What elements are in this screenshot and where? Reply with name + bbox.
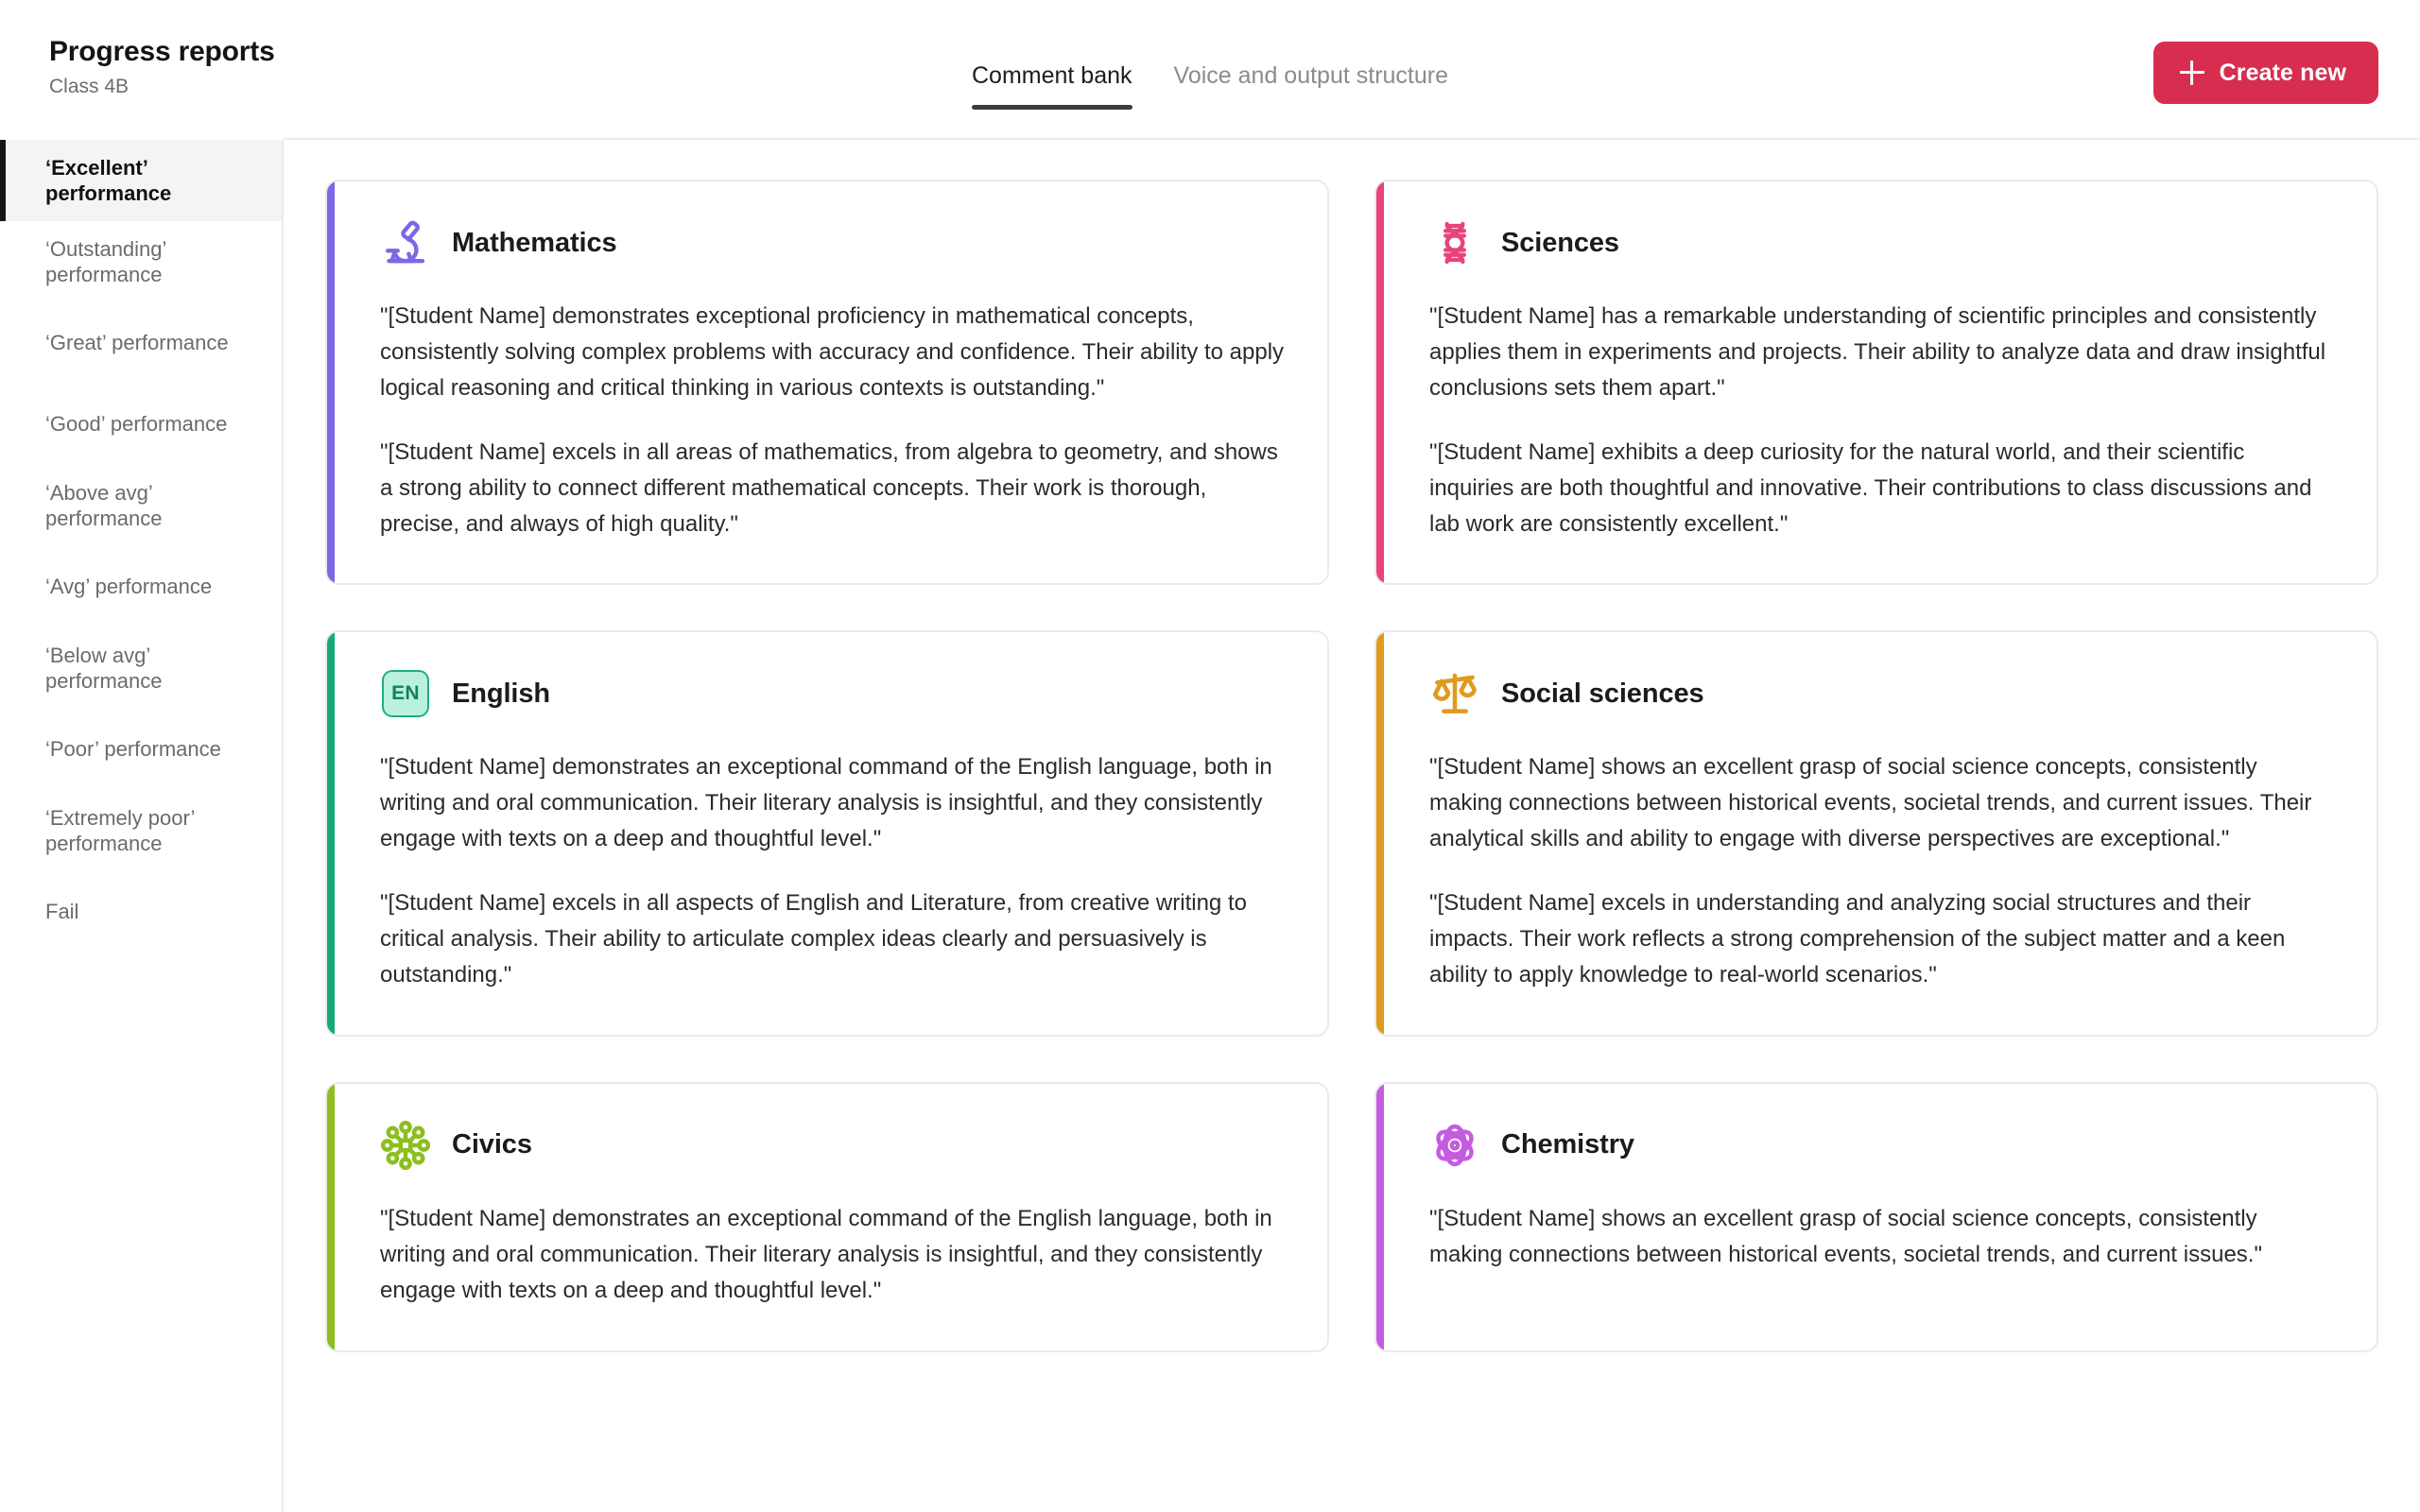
comment-card[interactable]: Sciences "[Student Name] has a remarkable… xyxy=(1374,180,2378,586)
sidebar-item-3[interactable]: ‘Good’ performance xyxy=(0,384,282,465)
comment-paragraph: "[Student Name] demonstrates exceptional… xyxy=(380,303,1285,401)
en-badge-icon: EN xyxy=(380,668,431,719)
card-header: EN English xyxy=(380,668,1286,719)
sidebar: ‘Excellent’ performance ‘Outstanding’ per… xyxy=(0,140,284,1512)
sidebar-item-5[interactable]: ‘Avg’ performance xyxy=(0,546,282,627)
plus-icon xyxy=(2179,60,2204,85)
tab-bar: Comment bank Voice and output structure xyxy=(972,62,1448,110)
sidebar-item-1[interactable]: ‘Outstanding’ performance xyxy=(0,221,282,302)
comment-paragraph: "[Student Name] excels in all aspects of… xyxy=(380,890,1247,988)
main-content: Mathematics "[Student Name] demonstrates … xyxy=(284,140,2420,1512)
card-title: Sciences xyxy=(1501,227,1619,258)
card-accent-bar xyxy=(327,181,335,584)
sidebar-item-9[interactable]: Fail xyxy=(0,871,282,953)
sidebar-item-label: ‘Good’ performance xyxy=(45,412,228,437)
card-header: Social sciences xyxy=(1429,668,2335,719)
sidebar-item-label: ‘Poor’ performance xyxy=(45,737,221,762)
sidebar-item-6[interactable]: ‘Below avg’ performance xyxy=(0,627,282,709)
dna-icon xyxy=(1443,221,1466,265)
sidebar-item-label: ‘Above avg’ performance xyxy=(45,480,163,531)
comment-card[interactable]: EN English "[Student Name] demonstrates an… xyxy=(325,630,1329,1037)
card-accent-bar xyxy=(327,632,335,1035)
card-title: English xyxy=(452,678,551,709)
card-accent-bar xyxy=(1376,181,1384,584)
card-title: Civics xyxy=(452,1129,532,1160)
comment-paragraph: "[Student Name] excels in all areas of m… xyxy=(380,438,1278,537)
card-header: Civics xyxy=(380,1120,1286,1171)
sidebar-item-4[interactable]: ‘Above avg’ performance xyxy=(0,465,282,546)
comment-card[interactable]: Chemistry "[Student Name] shows an excell… xyxy=(1374,1081,2378,1352)
comment-paragraph: "[Student Name] shows an excellent grasp… xyxy=(1429,754,2312,852)
comment-paragraph: "[Student Name] demonstrates an exceptio… xyxy=(380,1205,1272,1303)
page-subtitle: Class 4B xyxy=(49,75,130,97)
tab-comment-bank[interactable]: Comment bank xyxy=(972,62,1132,110)
top-bar: Progress reports Class 4B Comment bank V… xyxy=(0,0,2420,140)
card-title: Social sciences xyxy=(1501,678,1704,709)
sidebar-item-label: ‘Outstanding’ performance xyxy=(45,236,166,287)
sidebar-item-label: ‘Extremely poor’ performance xyxy=(45,805,195,856)
sidebar-item-7[interactable]: ‘Poor’ performance xyxy=(0,709,282,790)
sidebar-item-label: ‘Below avg’ performance xyxy=(45,643,163,694)
scales-icon xyxy=(1432,674,1477,714)
card-accent-bar xyxy=(1376,632,1384,1035)
en-badge-icon: EN xyxy=(382,670,429,718)
network-nodes-icon xyxy=(380,1120,431,1171)
comment-paragraph: "[Student Name] demonstrates an exceptio… xyxy=(380,754,1272,852)
comment-card[interactable]: Civics "[Student Name] demonstrates an ex… xyxy=(325,1081,1329,1352)
sidebar-item-label: ‘Excellent’ performance xyxy=(45,155,172,206)
title-block: Progress reports Class 4B xyxy=(49,36,275,98)
comment-paragraph: "[Student Name] has a remarkable underst… xyxy=(1429,303,2326,401)
card-body: "[Student Name] has a remarkable underst… xyxy=(1429,299,2335,541)
dna-icon xyxy=(1429,217,1480,268)
create-new-button[interactable]: Create new xyxy=(2152,42,2378,104)
card-title: Chemistry xyxy=(1501,1129,1634,1160)
comment-paragraph: "[Student Name] excels in understanding … xyxy=(1429,890,2286,988)
sidebar-item-8[interactable]: ‘Extremely poor’ performance xyxy=(0,790,282,871)
atom-icon xyxy=(1429,1120,1480,1171)
tab-voice-and-output-structure[interactable]: Voice and output structure xyxy=(1174,62,1448,110)
page-shell: ‘Excellent’ performance ‘Outstanding’ per… xyxy=(0,140,2420,1512)
create-new-label: Create new xyxy=(2219,59,2346,86)
card-title: Mathematics xyxy=(452,227,617,258)
comment-paragraph: "[Student Name] shows an excellent grasp… xyxy=(1429,1205,2262,1267)
card-header: Sciences xyxy=(1429,217,2335,268)
card-header: Mathematics xyxy=(380,217,1286,268)
comment-card-grid: Mathematics "[Student Name] demonstrates … xyxy=(325,180,2378,1352)
card-body: "[Student Name] demonstrates exceptional… xyxy=(380,299,1286,541)
sidebar-item-label: ‘Great’ performance xyxy=(45,331,229,355)
comment-card[interactable]: Mathematics "[Student Name] demonstrates … xyxy=(325,180,1329,586)
comment-card[interactable]: Social sciences "[Student Name] shows an … xyxy=(1374,630,2378,1037)
sidebar-item-0[interactable]: ‘Excellent’ performance xyxy=(0,140,282,221)
card-header: Chemistry xyxy=(1429,1120,2335,1171)
comment-paragraph: "[Student Name] exhibits a deep curiosit… xyxy=(1429,438,2312,537)
header-divider xyxy=(284,138,2420,140)
atom-icon xyxy=(1436,1124,1474,1167)
sidebar-item-label: ‘Avg’ performance xyxy=(45,575,213,599)
card-body: "[Student Name] shows an excellent grasp… xyxy=(1429,749,2335,992)
sidebar-item-label: Fail xyxy=(45,900,79,924)
card-accent-bar xyxy=(327,1083,335,1350)
network-nodes-icon xyxy=(381,1120,430,1170)
microscope-icon xyxy=(386,220,425,264)
card-body: "[Student Name] demonstrates an exceptio… xyxy=(380,749,1286,992)
scales-icon xyxy=(1429,668,1480,719)
microscope-icon xyxy=(380,217,431,268)
page-title: Progress reports xyxy=(49,36,275,67)
card-accent-bar xyxy=(1376,1083,1384,1350)
card-body: "[Student Name] demonstrates an exceptio… xyxy=(380,1201,1286,1309)
card-body: "[Student Name] shows an excellent grasp… xyxy=(1429,1201,2335,1273)
sidebar-item-2[interactable]: ‘Great’ performance xyxy=(0,302,282,384)
